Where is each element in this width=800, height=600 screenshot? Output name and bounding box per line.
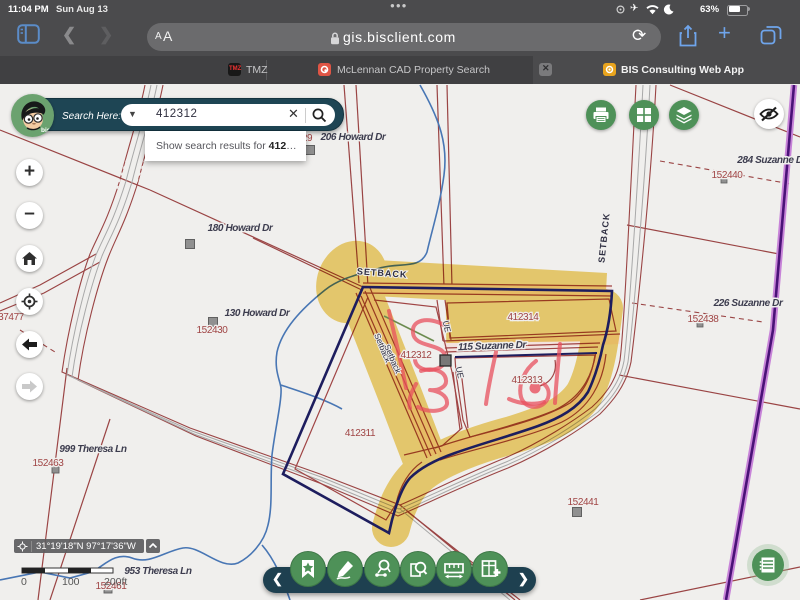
svg-text:0: 0 <box>21 576 27 588</box>
svg-text:412311: 412311 <box>345 428 376 439</box>
svg-text:999 Theresa Ln: 999 Theresa Ln <box>59 444 127 455</box>
svg-text:412312: 412312 <box>401 350 433 361</box>
svg-text:180 Howard Dr: 180 Howard Dr <box>208 223 274 234</box>
svg-text:152430: 152430 <box>197 325 229 336</box>
svg-text:412314: 412314 <box>508 312 540 323</box>
svg-text:152441: 152441 <box>568 497 600 508</box>
svg-text:152440: 152440 <box>712 170 744 181</box>
svg-text:152438: 152438 <box>688 314 720 325</box>
svg-text:200ft: 200ft <box>104 576 127 588</box>
svg-text:953 Theresa Ln: 953 Theresa Ln <box>124 566 192 577</box>
svg-text:284 Suzanne D: 284 Suzanne D <box>736 155 800 166</box>
svg-text:130 Howard Dr: 130 Howard Dr <box>225 308 291 319</box>
svg-text:206 Howard Dr: 206 Howard Dr <box>320 132 387 143</box>
svg-text:100: 100 <box>62 576 80 588</box>
svg-text:412313: 412313 <box>512 375 544 386</box>
svg-text:152463: 152463 <box>33 458 65 469</box>
svg-text:226 Suzanne Dr: 226 Suzanne Dr <box>713 298 784 309</box>
